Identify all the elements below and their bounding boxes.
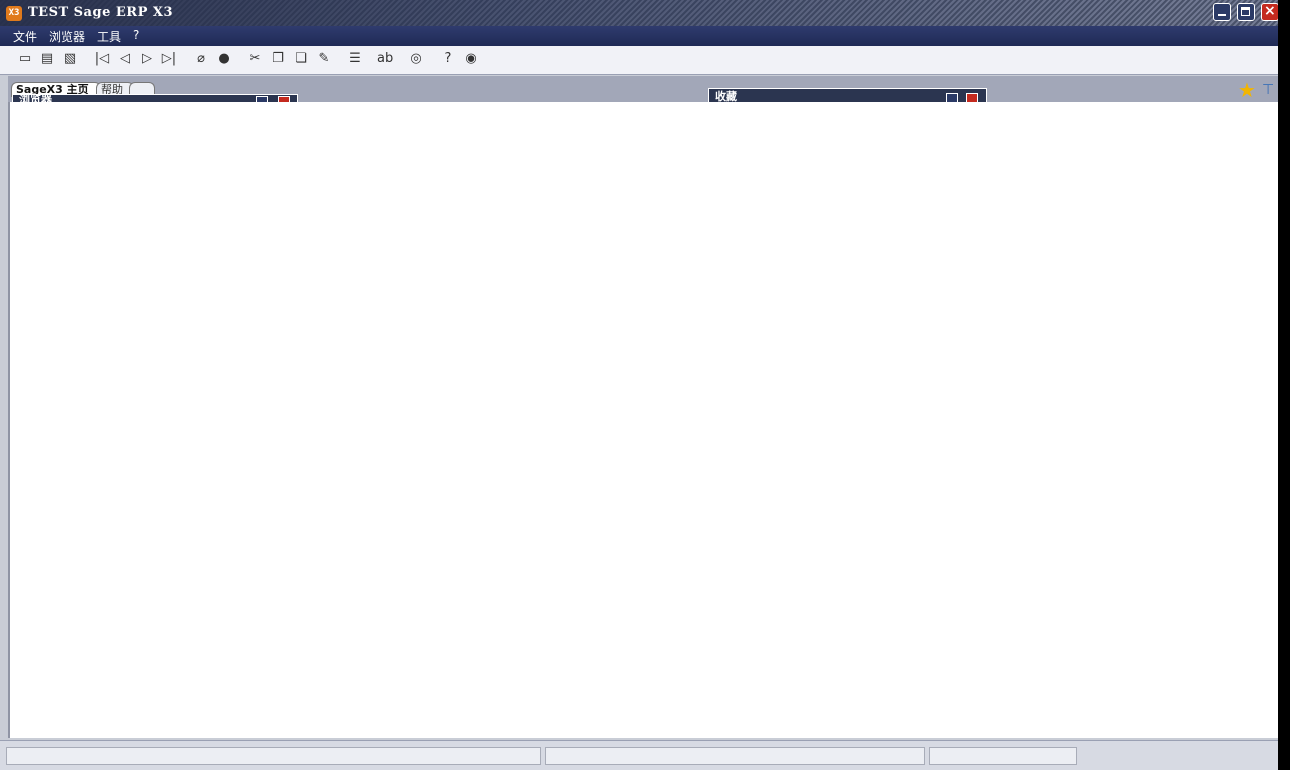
search-globe-icon[interactable]: ◉ xyxy=(463,51,479,67)
favorites-panel-title: 收藏 xyxy=(715,90,737,103)
application-window: X3 TEST Sage ERP X3 × 文件 浏览器 工具 ? ▭ ▤ ▧ … xyxy=(0,0,1278,770)
menu-browser[interactable]: 浏览器 xyxy=(49,28,85,45)
help-icon[interactable]: ● xyxy=(216,51,232,67)
minimize-button[interactable] xyxy=(1213,3,1231,21)
options-icon[interactable]: ◎ xyxy=(408,51,424,67)
status-bar xyxy=(0,740,1278,770)
status-field-1 xyxy=(6,747,541,765)
status-field-3 xyxy=(929,747,1077,765)
last-record-icon[interactable]: ▷| xyxy=(161,51,177,67)
report-icon[interactable]: ☰ xyxy=(347,51,363,67)
status-field-2 xyxy=(545,747,925,765)
maximize-button[interactable] xyxy=(1237,3,1255,21)
title-bar-gradient xyxy=(0,0,1278,26)
minimize-icon xyxy=(1218,14,1226,16)
question-icon[interactable]: ? xyxy=(440,51,456,67)
menu-file[interactable]: 文件 xyxy=(13,28,37,45)
print-preview-icon[interactable]: ▧ xyxy=(62,51,78,67)
maximize-icon xyxy=(1241,7,1250,16)
close-button[interactable]: × xyxy=(1261,3,1278,21)
pin-icon[interactable]: ⊤ xyxy=(1262,82,1278,98)
window-title: TEST Sage ERP X3 xyxy=(28,5,174,20)
close-icon: × xyxy=(1264,3,1276,19)
app-logo-icon: X3 xyxy=(6,6,22,21)
text-field-icon[interactable]: ab xyxy=(377,51,393,67)
title-bar[interactable]: X3 TEST Sage ERP X3 × xyxy=(0,0,1278,26)
edit-icon[interactable]: ✎ xyxy=(316,51,332,67)
toolbar: ▭ ▤ ▧ |◁ ◁ ▷ ▷| ⌀ ● ✂ ❐ ❏ ✎ ☰ ab ◎ ? ◉ xyxy=(0,46,1278,75)
first-record-icon[interactable]: |◁ xyxy=(94,51,110,67)
attach-icon[interactable]: ⌀ xyxy=(193,51,209,67)
next-record-icon[interactable]: ▷ xyxy=(139,51,155,67)
menu-help[interactable]: ? xyxy=(133,28,139,42)
paste-icon[interactable]: ❏ xyxy=(293,51,309,67)
new-icon[interactable]: ▭ xyxy=(17,51,33,67)
print-icon[interactable]: ▤ xyxy=(39,51,55,67)
copy-icon[interactable]: ❐ xyxy=(270,51,286,67)
prev-record-icon[interactable]: ◁ xyxy=(117,51,133,67)
star-icon[interactable]: ★ xyxy=(1238,80,1256,100)
cut-icon[interactable]: ✂ xyxy=(247,51,263,67)
main-content-area[interactable] xyxy=(8,102,1278,738)
menu-bar: 文件 浏览器 工具 ? xyxy=(0,26,1278,46)
menu-tools[interactable]: 工具 xyxy=(97,28,121,45)
